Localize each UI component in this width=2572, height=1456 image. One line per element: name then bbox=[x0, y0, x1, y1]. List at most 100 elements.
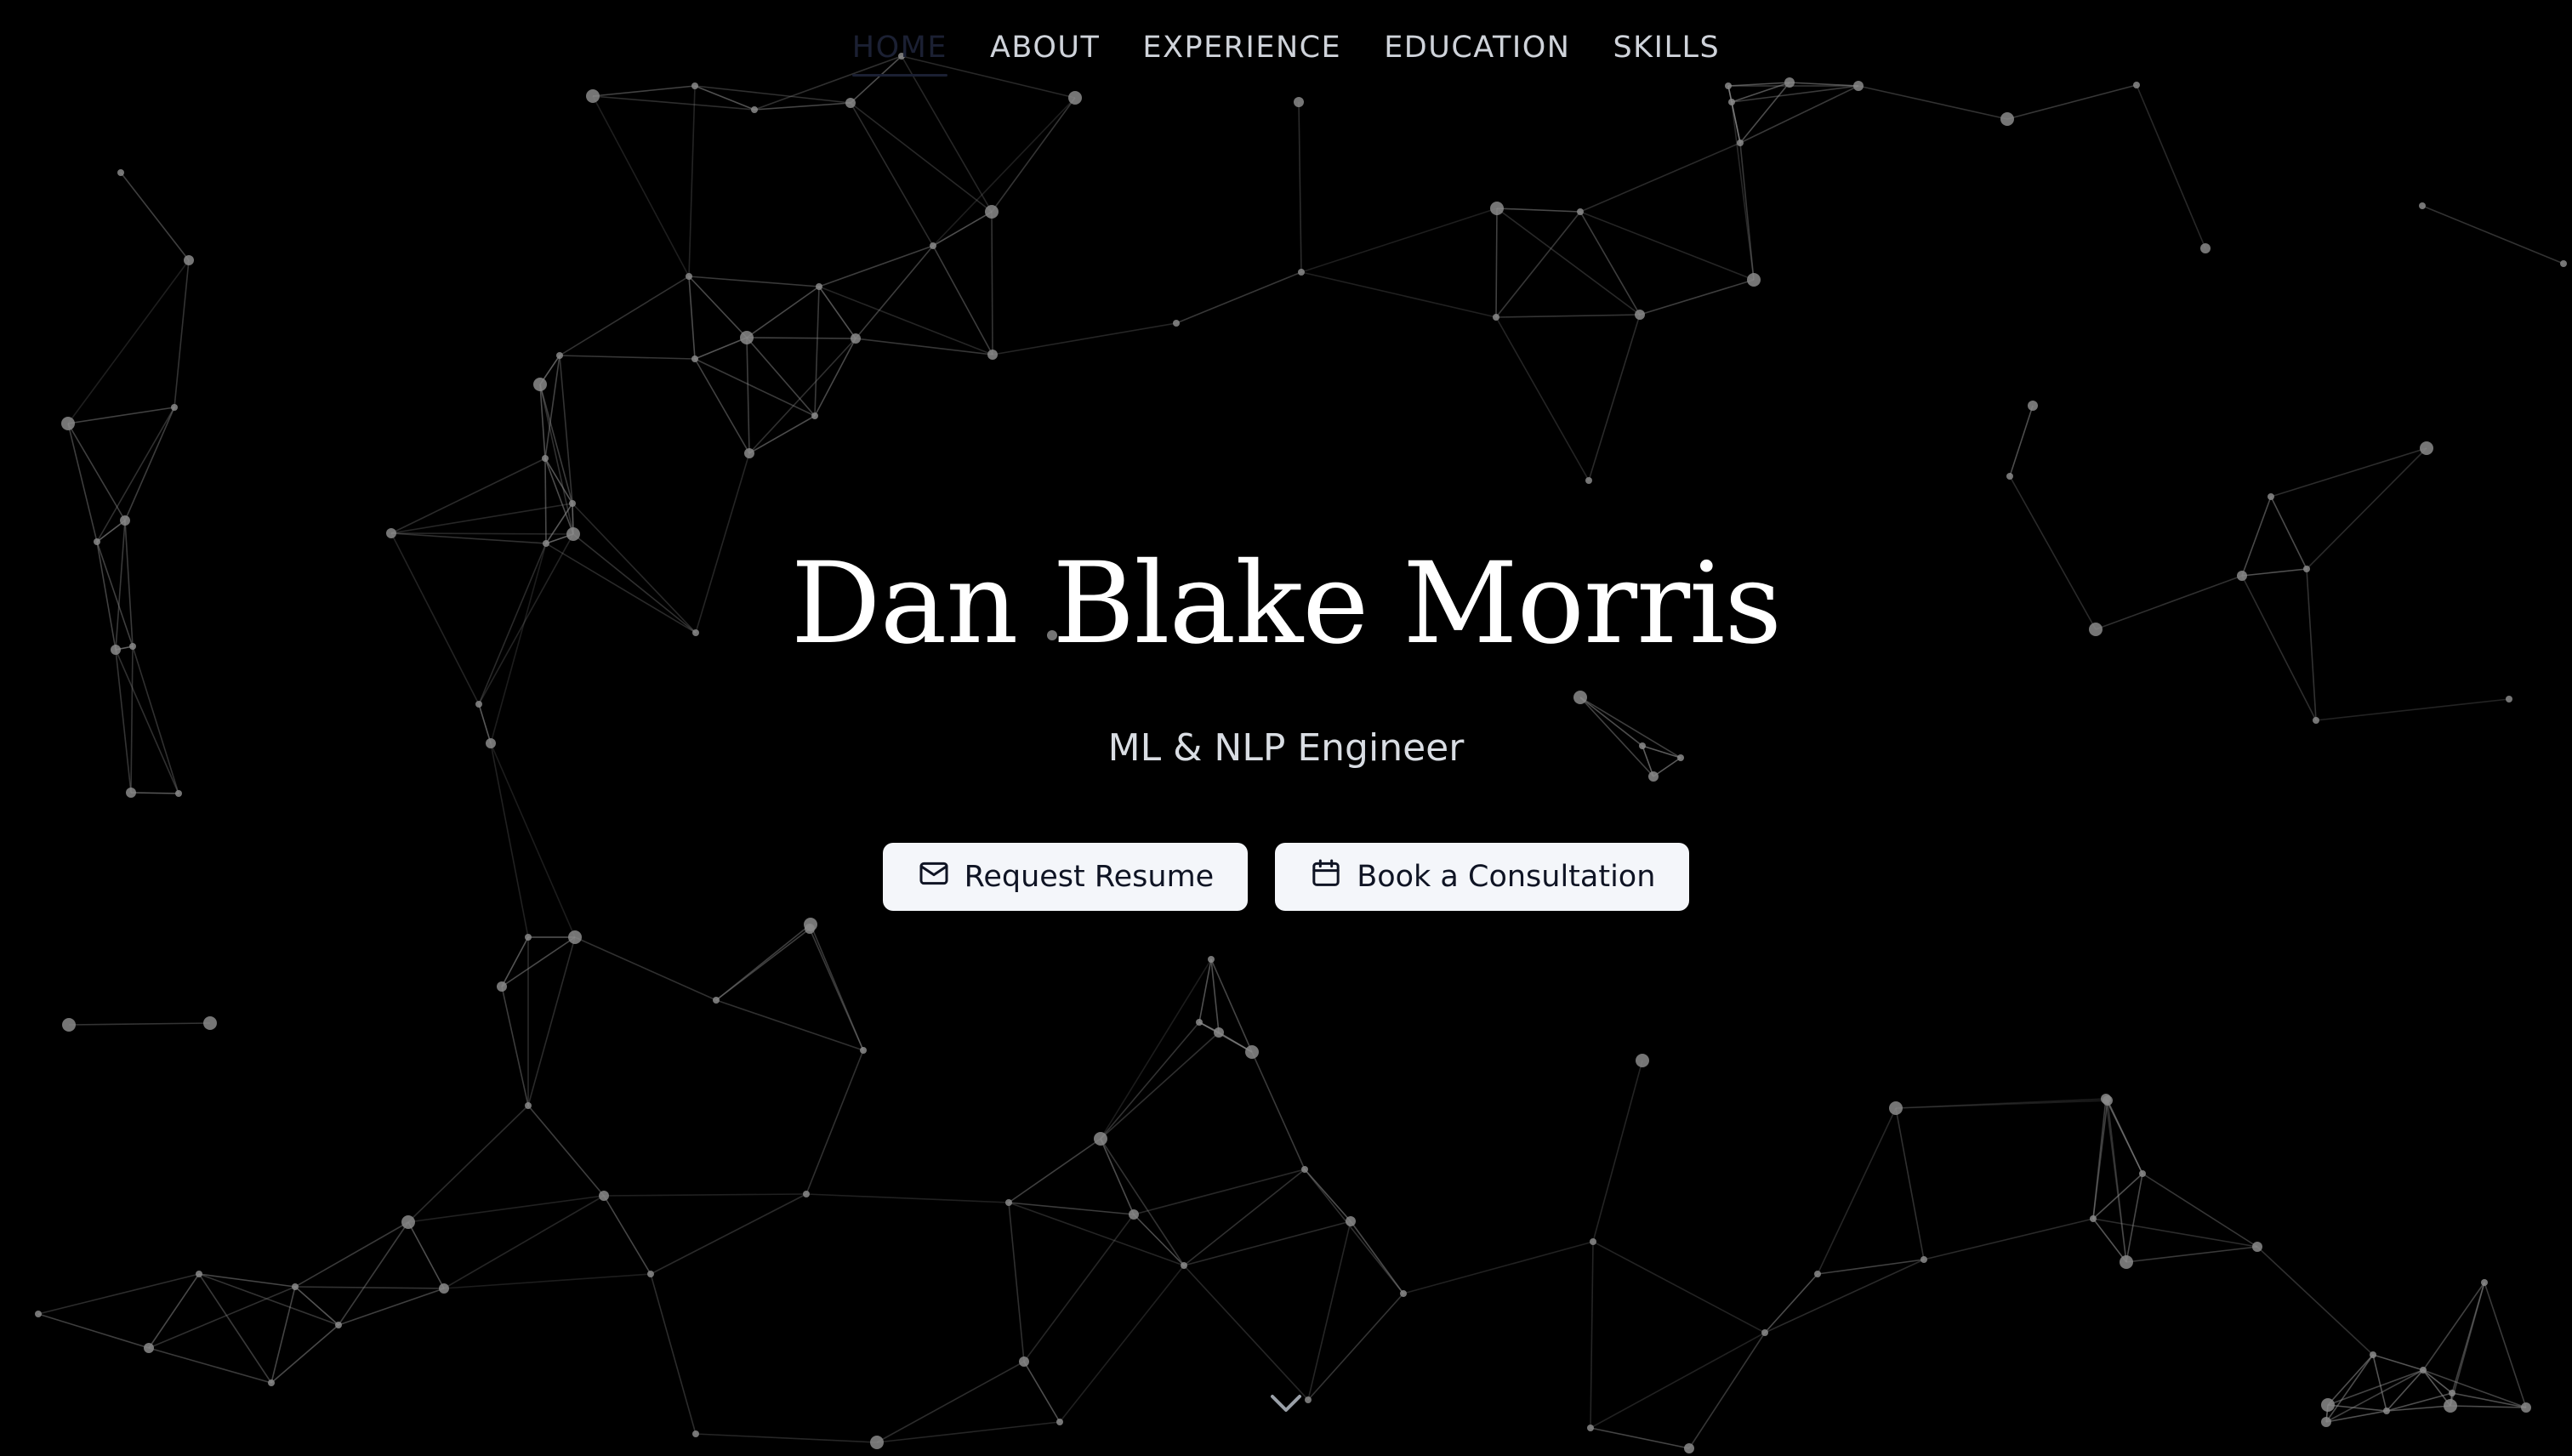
network-link bbox=[2451, 1392, 2527, 1408]
network-link bbox=[1688, 1332, 1766, 1449]
network-node bbox=[35, 1311, 42, 1317]
book-consultation-button[interactable]: Book a Consultation bbox=[1275, 843, 1690, 911]
nav-skills[interactable]: SKILLS bbox=[1613, 26, 1720, 77]
network-node bbox=[1068, 91, 1082, 105]
network-node bbox=[1490, 202, 1504, 215]
network-link bbox=[1183, 1265, 1309, 1401]
scroll-down-button[interactable] bbox=[1262, 1386, 1310, 1420]
network-node bbox=[2383, 1408, 2390, 1414]
network-link bbox=[338, 1221, 409, 1326]
network-link bbox=[174, 259, 190, 408]
network-node bbox=[2419, 202, 2426, 209]
network-node bbox=[203, 1016, 217, 1030]
network-node bbox=[61, 417, 75, 430]
hero-name: Dan Blake Morris bbox=[790, 538, 1782, 669]
network-node bbox=[1094, 1132, 1107, 1146]
calendar-icon bbox=[1309, 856, 1343, 898]
network-link bbox=[1100, 1032, 1220, 1140]
network-link bbox=[2450, 1405, 2527, 1408]
network-node bbox=[2506, 696, 2512, 702]
network-link bbox=[901, 55, 993, 213]
network-node bbox=[1245, 1045, 1259, 1059]
network-node bbox=[2321, 1417, 2331, 1427]
nav-about[interactable]: ABOUT bbox=[990, 26, 1100, 77]
network-node bbox=[1196, 1019, 1203, 1026]
network-link bbox=[1590, 1427, 1690, 1449]
network-link bbox=[1592, 1241, 1766, 1334]
network-link bbox=[37, 1313, 150, 1349]
network-link bbox=[2256, 1246, 2374, 1356]
network-link bbox=[932, 211, 993, 247]
network-node bbox=[268, 1379, 275, 1386]
network-link bbox=[1858, 85, 2008, 120]
network-link bbox=[695, 1433, 878, 1443]
network-link bbox=[443, 1273, 652, 1289]
chevron-down-icon bbox=[1262, 1395, 1310, 1424]
network-node bbox=[1853, 81, 1864, 91]
network-node bbox=[1587, 1425, 1594, 1431]
network-node bbox=[117, 169, 124, 176]
network-link bbox=[1100, 1138, 1135, 1215]
network-link bbox=[1403, 1241, 1594, 1294]
network-link bbox=[1764, 1273, 1818, 1334]
network-link bbox=[1590, 1241, 1594, 1429]
network-node bbox=[1577, 208, 1584, 215]
network-link bbox=[1495, 316, 1590, 481]
network-link bbox=[1739, 85, 1859, 144]
network-node bbox=[1294, 97, 1304, 107]
network-link bbox=[1100, 1138, 1185, 1266]
network-link bbox=[2136, 84, 2206, 249]
network-link bbox=[1495, 208, 1498, 318]
network-link bbox=[1895, 1100, 2108, 1109]
network-node bbox=[1814, 1271, 1821, 1277]
network-link bbox=[650, 1193, 807, 1275]
network-node bbox=[568, 930, 582, 944]
cta-row: Request Resume Book a Consultation bbox=[0, 843, 2572, 911]
network-link bbox=[1304, 1169, 1404, 1294]
network-node bbox=[599, 1191, 609, 1201]
network-node bbox=[1298, 269, 1305, 276]
network-link bbox=[688, 276, 820, 287]
network-link bbox=[1495, 211, 1581, 318]
network-node bbox=[1400, 1290, 1407, 1297]
network-node bbox=[525, 1102, 532, 1109]
network-node bbox=[740, 331, 754, 344]
network-node bbox=[175, 790, 182, 797]
network-link bbox=[294, 1286, 339, 1326]
request-resume-button[interactable]: Request Resume bbox=[882, 843, 1249, 911]
network-link bbox=[68, 1022, 211, 1026]
network-link bbox=[592, 95, 755, 111]
network-link bbox=[592, 95, 690, 277]
network-link bbox=[1590, 1332, 1766, 1429]
network-node bbox=[525, 934, 532, 941]
network-link bbox=[2421, 205, 2564, 264]
network-node bbox=[803, 1191, 810, 1197]
nav-experience[interactable]: EXPERIENCE bbox=[1142, 26, 1341, 77]
network-node bbox=[126, 788, 136, 798]
network-link bbox=[1133, 1169, 1306, 1215]
network-node bbox=[1129, 1209, 1139, 1220]
network-node bbox=[120, 515, 130, 526]
nav-home[interactable]: HOME bbox=[851, 26, 948, 77]
network-link bbox=[694, 358, 750, 454]
network-node bbox=[930, 242, 936, 249]
network-link bbox=[67, 407, 175, 424]
network-node bbox=[1573, 691, 1587, 704]
network-link bbox=[407, 1195, 605, 1223]
network-node bbox=[2370, 1351, 2376, 1358]
network-link bbox=[2325, 1354, 2374, 1423]
network-link bbox=[148, 1286, 296, 1349]
network-node bbox=[2090, 1215, 2097, 1222]
network-node bbox=[2101, 1094, 2111, 1104]
network-link bbox=[1496, 208, 1581, 213]
network-link bbox=[1008, 1138, 1101, 1203]
network-link bbox=[390, 458, 546, 534]
network-link bbox=[2125, 1246, 2258, 1263]
network-link bbox=[694, 85, 851, 104]
network-link bbox=[2372, 1354, 2424, 1371]
nav-education[interactable]: EDUCATION bbox=[1384, 26, 1570, 77]
network-link bbox=[991, 211, 993, 355]
network-node bbox=[1737, 139, 1744, 146]
network-link bbox=[932, 97, 1076, 247]
network-node bbox=[1346, 1216, 1356, 1226]
